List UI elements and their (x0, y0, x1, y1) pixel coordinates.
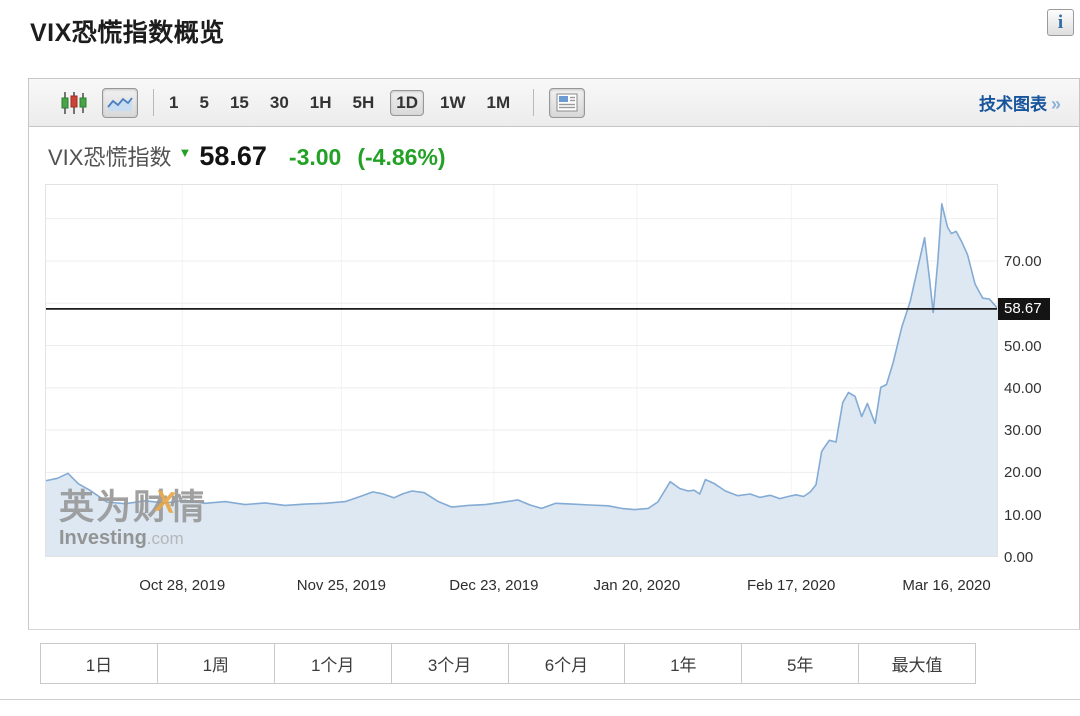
technical-chart-link[interactable]: 技术图表» (979, 90, 1061, 115)
interval-1d[interactable]: 1D (390, 90, 424, 116)
period-button-5y[interactable]: 5年 (741, 643, 859, 684)
x-axis-label: Oct 28, 2019 (139, 577, 225, 594)
period-button-6m[interactable]: 6个月 (508, 643, 626, 684)
candlestick-icon (60, 91, 88, 115)
area-chart-button[interactable] (102, 88, 138, 118)
technical-chart-link-label: 技术图表 (979, 95, 1047, 114)
bottom-divider (0, 699, 1080, 700)
chart-toolbar: 1 5 15 30 1H 5H 1D 1W 1M 技术图表» (28, 78, 1080, 127)
price-plot[interactable] (45, 184, 998, 557)
instrument-name: VIX恐慌指数 (48, 140, 171, 172)
chevron-right-icon: » (1051, 94, 1061, 114)
candlestick-chart-button[interactable] (56, 88, 92, 118)
area-chart-icon (107, 94, 133, 112)
y-axis-label: 30.00 (1004, 422, 1042, 439)
interval-15[interactable]: 15 (230, 93, 249, 113)
period-button-1m[interactable]: 1个月 (274, 643, 392, 684)
interval-5[interactable]: 5 (199, 93, 208, 113)
toolbar-divider (533, 89, 534, 116)
y-axis-label: 10.00 (1004, 507, 1042, 524)
period-button-3m[interactable]: 3个月 (391, 643, 509, 684)
toolbar-divider (153, 89, 154, 116)
interval-30[interactable]: 30 (270, 93, 289, 113)
down-arrow-icon: ▼ (178, 145, 191, 160)
x-axis-label: Mar 16, 2020 (902, 577, 990, 594)
page-title: VIX恐慌指数概览 (30, 13, 225, 49)
interval-5h[interactable]: 5H (353, 93, 375, 113)
x-axis-label: Feb 17, 2020 (747, 577, 835, 594)
y-axis-label: 50.00 (1004, 338, 1042, 355)
period-button-1d[interactable]: 1日 (40, 643, 158, 684)
quote-row: VIX恐慌指数 ▼ 58.67 -3.00 (-4.86%) (48, 140, 446, 172)
y-axis-labels: 70.00 50.00 40.00 30.00 20.00 10.00 0.00 (1004, 127, 1074, 629)
x-axis-labels: Oct 28, 2019 Nov 25, 2019 Dec 23, 2019 Jan … (29, 577, 1079, 597)
period-button-max[interactable]: 最大值 (858, 643, 976, 684)
x-axis-label: Nov 25, 2019 (297, 577, 386, 594)
interval-1m[interactable]: 1M (486, 93, 510, 113)
price-change-percent: (-4.86%) (357, 144, 445, 171)
interval-1h[interactable]: 1H (310, 93, 332, 113)
last-price-badge: 58.67 (998, 298, 1050, 320)
x-axis-label: Dec 23, 2019 (449, 577, 538, 594)
y-axis-label: 70.00 (1004, 253, 1042, 270)
y-axis-label: 20.00 (1004, 464, 1042, 481)
last-price: 58.67 (199, 141, 267, 172)
chart-widget: 1 5 15 30 1H 5H 1D 1W 1M 技术图表» VIX恐慌指数 ▼ (28, 78, 1080, 630)
info-button[interactable]: i (1047, 9, 1074, 36)
interval-1[interactable]: 1 (169, 93, 178, 113)
y-axis-label: 0.00 (1004, 549, 1033, 566)
period-button-row: 1日 1周 1个月 3个月 6个月 1年 5年 最大值 (40, 643, 976, 684)
period-button-1w[interactable]: 1周 (157, 643, 275, 684)
price-change: -3.00 (289, 144, 341, 171)
interval-1w[interactable]: 1W (440, 93, 466, 113)
chart-panel: VIX恐慌指数 ▼ 58.67 -3.00 (-4.86%) 70.00 50.0… (28, 127, 1080, 630)
news-panel-button[interactable] (549, 88, 585, 118)
y-axis-label: 40.00 (1004, 380, 1042, 397)
news-panel-icon (556, 93, 578, 112)
chart-svg (45, 184, 998, 557)
period-button-1y[interactable]: 1年 (624, 643, 742, 684)
info-icon: i (1058, 13, 1063, 32)
x-axis-label: Jan 20, 2020 (593, 577, 680, 594)
